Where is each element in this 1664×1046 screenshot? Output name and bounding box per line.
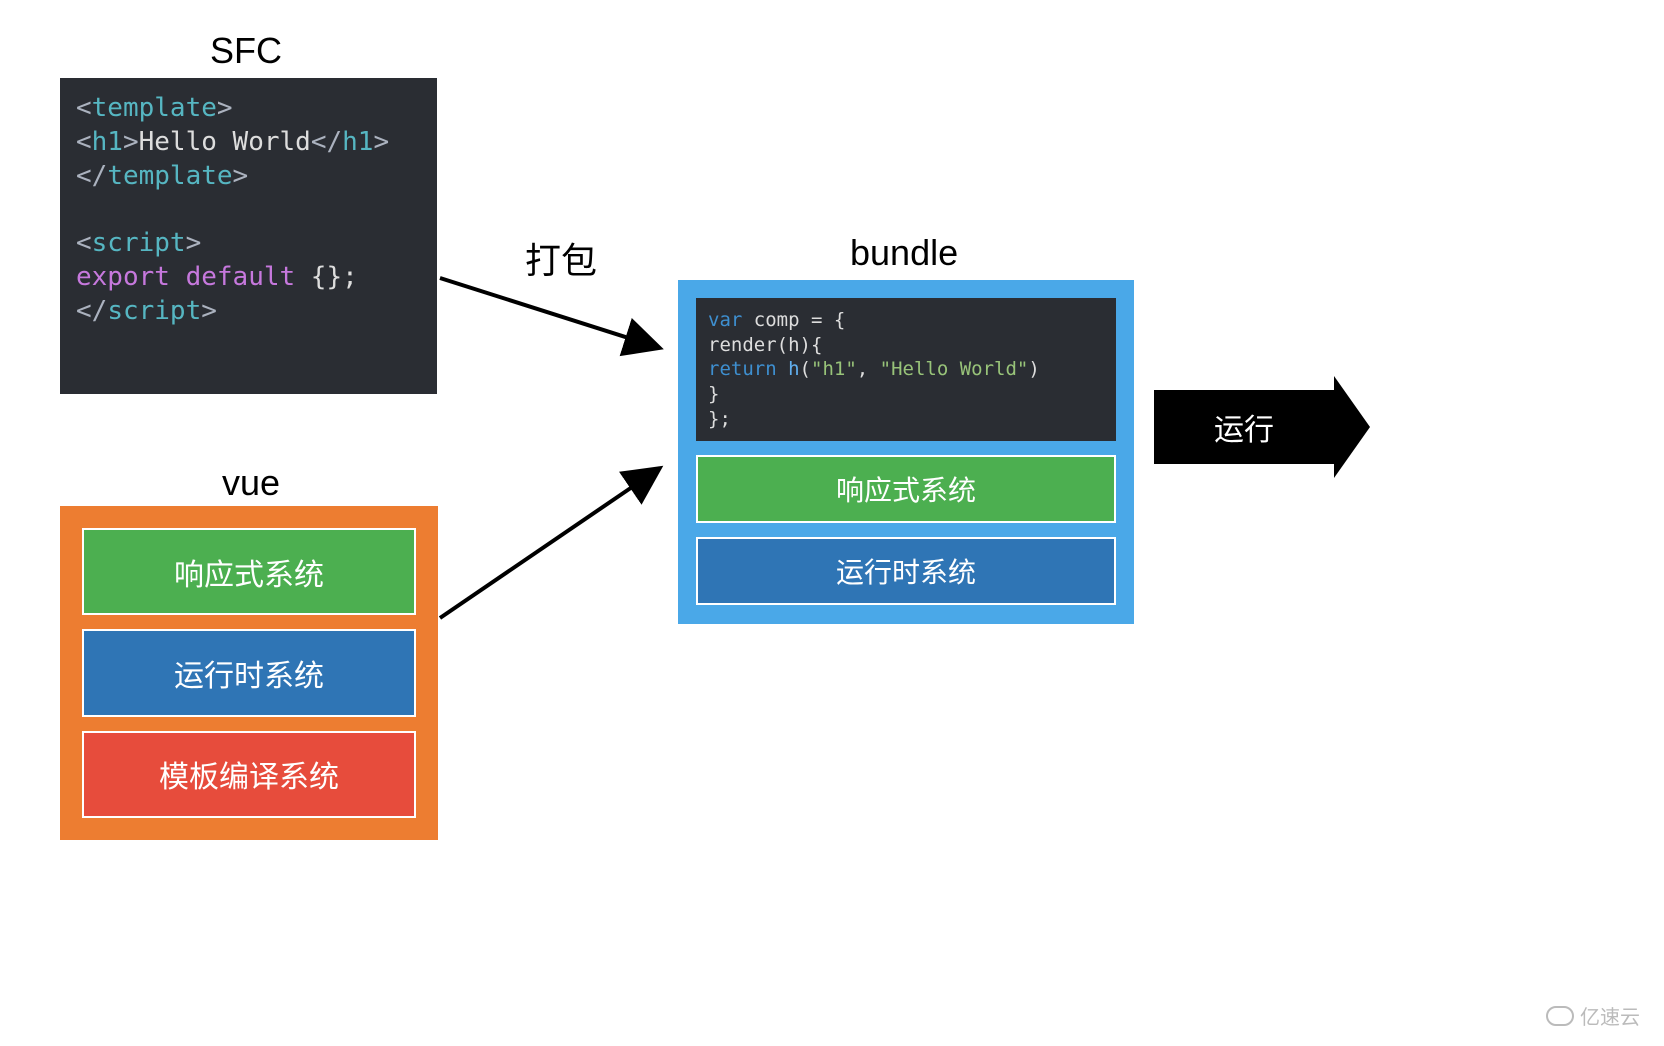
bundle-code-block: var comp = { render(h){ return h("h1", "…: [696, 298, 1116, 441]
vue-label: vue: [222, 462, 280, 504]
vue-runtime-system: 运行时系统: [82, 629, 416, 716]
arrow-vue-to-bundle: [430, 448, 680, 628]
arrow-sfc-to-bundle: [430, 268, 680, 368]
sfc-code-block: <template> <h1>Hello World</h1> </templa…: [60, 78, 437, 394]
sfc-label: SFC: [210, 30, 282, 72]
bundle-label: bundle: [850, 232, 958, 274]
bundle-box: var comp = { render(h){ return h("h1", "…: [678, 280, 1134, 624]
bundle-reactive-system: 响应式系统: [696, 455, 1116, 523]
bundle-runtime-system: 运行时系统: [696, 537, 1116, 605]
vue-compiler-system: 模板编译系统: [82, 731, 416, 818]
watermark: 亿速云: [1546, 1001, 1640, 1030]
vue-reactive-system: 响应式系统: [82, 528, 416, 615]
run-label: 运行: [1214, 405, 1274, 449]
run-arrow: 运行: [1154, 390, 1334, 464]
cloud-icon: [1546, 1006, 1574, 1026]
vue-box: 响应式系统 运行时系统 模板编译系统: [60, 506, 438, 840]
